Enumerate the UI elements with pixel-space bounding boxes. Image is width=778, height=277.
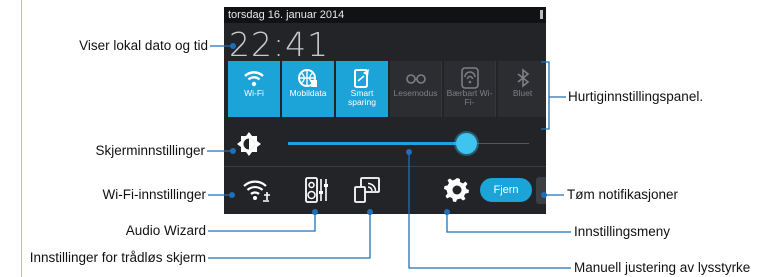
callout-bracket-quick-panel [541,61,566,130]
callout-audio-wizard: Audio Wizard [125,223,206,238]
callout-line-brightness [408,152,571,269]
callout-line-audio-wizard [208,212,316,232]
callout-wifi-settings: Wi-Fi-innstillinger [102,187,206,202]
callout-manual-brightness: Manuell justering av lysstyrke [574,260,751,275]
callout-quick-panel: Hurtiginnstillingspanel. [568,89,704,104]
callout-display-settings: Skjerminnstillinger [95,143,205,158]
callout-wireless-display: Innstillinger for trådløs skjerm [29,250,206,265]
callout-settings-menu: Innstillingsmeny [574,224,671,239]
callout-line-settings-menu [446,212,571,233]
callout-date-time: Viser lokal dato og tid [79,38,208,53]
callout-line-wireless-display [208,212,371,259]
callout-clear-notifications: Tøm notifikasjoner [567,187,679,202]
